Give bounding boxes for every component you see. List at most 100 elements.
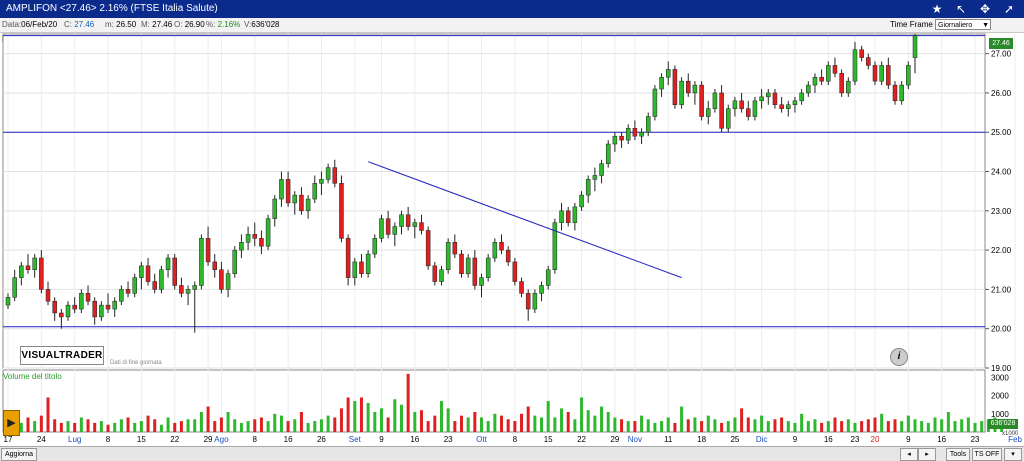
- x-tick-label: Ott: [476, 435, 487, 444]
- x-tick-label: 20: [871, 435, 880, 444]
- volume-bar: [206, 406, 210, 432]
- volume-bar: [713, 419, 717, 432]
- y-tick-label: 20.00: [991, 325, 1012, 334]
- volume-bar: [940, 419, 944, 432]
- volume-bar: [626, 421, 630, 432]
- candle-body: [852, 49, 858, 82]
- open-field: O: 26.90: [174, 20, 205, 29]
- expand-panel-arrow-icon[interactable]: ▶: [3, 410, 20, 436]
- volume-bar: [353, 401, 357, 432]
- volume-bar: [493, 413, 497, 432]
- zoom-in-button[interactable]: ▸: [918, 448, 936, 461]
- candle-body: [899, 84, 904, 102]
- candle-body: [672, 69, 678, 105]
- volume-bar: [173, 422, 177, 432]
- volume-bar: [339, 408, 343, 432]
- volume-bar: [760, 415, 764, 432]
- volume-bar: [473, 412, 477, 432]
- arrow-icon[interactable]: ↖: [952, 1, 970, 17]
- time-frame-select[interactable]: Giornaliero ▼: [935, 19, 991, 30]
- volume-bar: [746, 417, 750, 432]
- candle-body: [465, 257, 471, 274]
- candle-body: [832, 65, 838, 74]
- x-tick-label: 9: [379, 435, 384, 444]
- chevron-down-icon: ▼: [982, 22, 989, 29]
- x-tick-label: 16: [410, 435, 419, 444]
- candle-body: [786, 104, 791, 109]
- x-tick-label: 8: [513, 435, 518, 444]
- volume-panel-label: Volume del titolo: [3, 372, 62, 381]
- volume-bar: [720, 422, 724, 432]
- candle-body: [739, 100, 744, 109]
- crosshair-icon[interactable]: ✥: [976, 1, 994, 17]
- y-tick-label: 22.00: [991, 246, 1012, 255]
- candle-body: [519, 281, 524, 294]
- star-icon[interactable]: ★: [928, 1, 946, 17]
- volume-bar: [426, 421, 430, 432]
- candle-body: [512, 261, 518, 282]
- candle-body: [332, 167, 338, 184]
- volume-bar: [213, 421, 217, 432]
- x-tick-label: Ago: [214, 435, 229, 444]
- volume-bar: [866, 419, 870, 432]
- candle-body: [459, 253, 464, 274]
- candle-body: [432, 265, 438, 282]
- volume-bar: [846, 419, 850, 432]
- cursor-icon[interactable]: ➚: [1000, 1, 1018, 17]
- volume-bar: [826, 421, 830, 432]
- volume-bar: [686, 419, 690, 432]
- menu-button[interactable]: ▾: [1004, 448, 1022, 461]
- candle-body: [12, 277, 17, 298]
- volume-bar: [726, 421, 730, 432]
- volume-bar: [226, 412, 230, 432]
- candle-body: [339, 183, 344, 239]
- candle-body: [779, 104, 784, 109]
- y-tick-label: 25.00: [991, 128, 1012, 137]
- volume-bar: [593, 415, 597, 432]
- candle-body: [706, 108, 711, 117]
- y-tick-label: 19.00: [991, 364, 1012, 373]
- volume-bar: [306, 422, 310, 432]
- candle-body: [305, 198, 311, 212]
- candle-body: [572, 206, 578, 223]
- candle-body: [145, 265, 151, 282]
- y-tick-label: 27.00: [991, 50, 1012, 59]
- price-chart[interactable]: 19.00 20.00 21.00 22.00 23.00 24.00 25.00 26.00…: [0, 32, 1024, 446]
- x-tick-label: 15: [137, 435, 146, 444]
- candle-body: [619, 135, 624, 141]
- volume-bar: [86, 419, 90, 432]
- volume-tick-label: 2000: [991, 392, 1009, 401]
- volume-bar: [780, 417, 784, 432]
- candle-body: [365, 253, 371, 274]
- x-tick-label: 15: [544, 435, 553, 444]
- candle-body: [472, 257, 478, 286]
- refresh-button[interactable]: Aggiorna: [1, 448, 37, 461]
- volume-bar: [880, 413, 884, 432]
- x-tick-label: 16: [824, 435, 833, 444]
- volume-value-tag: 636'028: [988, 419, 1018, 429]
- candle-body: [372, 238, 378, 255]
- ts-off-button[interactable]: TS OFF: [972, 448, 1002, 461]
- info-icon[interactable]: i: [890, 348, 908, 366]
- volume-bar: [613, 417, 617, 432]
- candle-body: [72, 304, 77, 310]
- zoom-out-button[interactable]: ◂: [900, 448, 918, 461]
- x-tick-label: 22: [170, 435, 179, 444]
- candle-body: [385, 218, 391, 235]
- candle-body: [812, 76, 818, 86]
- volume-bar: [513, 421, 517, 432]
- x-tick-label: 18: [697, 435, 706, 444]
- candle-body: [392, 226, 398, 235]
- volume-bar: [359, 397, 363, 432]
- candle-body: [552, 222, 558, 271]
- candle-body: [172, 257, 177, 286]
- volume-bar: [580, 397, 584, 432]
- tools-button[interactable]: Tools: [946, 448, 970, 461]
- x-tick-label: 23: [444, 435, 453, 444]
- candle-body: [279, 179, 284, 200]
- candle-body: [886, 65, 891, 86]
- x-tick-label: 29: [610, 435, 619, 444]
- candle-body: [625, 128, 631, 141]
- volume-bar: [326, 415, 330, 432]
- volume-bar: [99, 421, 103, 432]
